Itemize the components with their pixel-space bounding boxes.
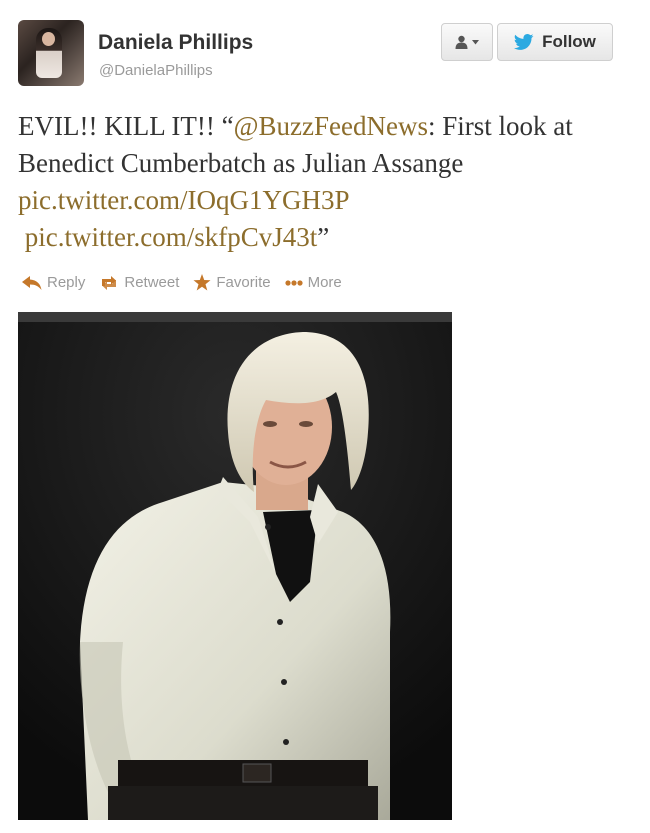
- user-handle[interactable]: @DanielaPhillips: [99, 62, 213, 79]
- pic-link-1[interactable]: pic.twitter.com/IOqG1YGH3P: [18, 185, 349, 215]
- favorite-action[interactable]: Favorite: [193, 274, 271, 291]
- person-icon: [455, 35, 468, 49]
- retweet-label: Retweet: [124, 274, 180, 291]
- favorite-label: Favorite: [216, 274, 271, 291]
- star-icon: [193, 274, 211, 291]
- retweet-icon: [102, 275, 117, 290]
- caret-down-icon: [472, 39, 479, 44]
- tweet-photo[interactable]: [18, 312, 452, 820]
- pic-link-2[interactable]: pic.twitter.com/skfpCvJ43t: [25, 222, 317, 252]
- more-action[interactable]: More: [284, 274, 342, 291]
- retweet-action[interactable]: Retweet: [99, 274, 179, 291]
- avatar-face: [42, 32, 55, 46]
- tweet-text: EVIL!! KILL IT!! “@BuzzFeedNews: First l…: [18, 108, 618, 256]
- more-dots-icon: [284, 279, 303, 286]
- more-label: More: [307, 274, 342, 291]
- reply-action[interactable]: Reply: [22, 274, 85, 291]
- tweet-lead: EVIL!! KILL IT!! “: [18, 111, 234, 141]
- tweet-close-quote: ”: [317, 222, 330, 252]
- twitter-bird-icon: [514, 34, 534, 50]
- reply-icon: [22, 275, 42, 290]
- avatar[interactable]: [18, 20, 84, 86]
- tweet-actions: Reply Retweet Favorite More: [22, 274, 342, 291]
- reply-label: Reply: [47, 274, 86, 291]
- follow-button[interactable]: Follow: [497, 23, 613, 61]
- mention-link[interactable]: @BuzzFeedNews: [234, 111, 428, 141]
- photo-illustration: [18, 312, 452, 820]
- user-name[interactable]: Daniela Phillips: [98, 31, 253, 55]
- user-menu-button[interactable]: [441, 23, 493, 61]
- follow-label: Follow: [542, 32, 596, 51]
